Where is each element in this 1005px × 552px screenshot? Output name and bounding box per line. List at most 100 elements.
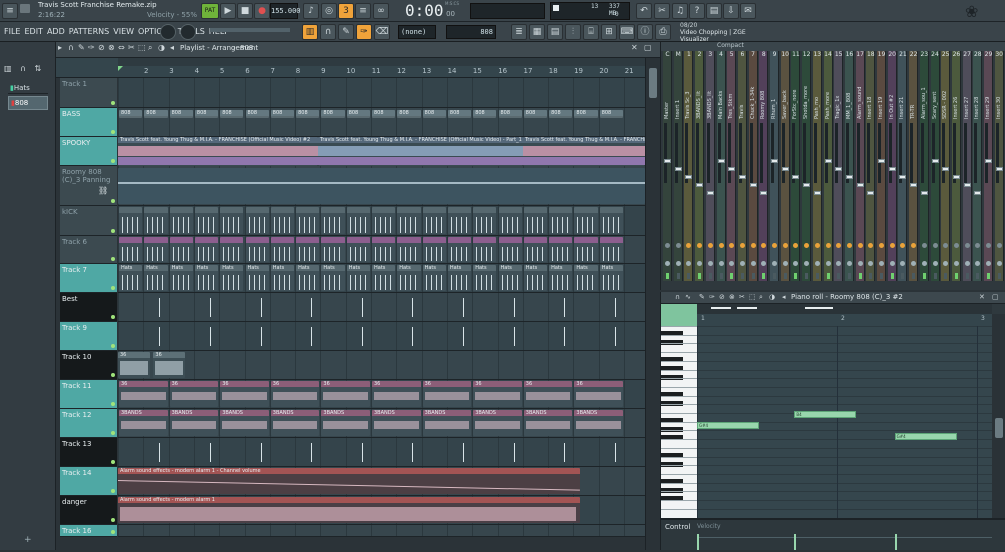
mixer-channel[interactable]: 30 Insert 30 (994, 51, 1004, 281)
play-button[interactable]: ▶ (220, 3, 236, 19)
pan-knob[interactable] (857, 243, 863, 248)
window-menu-icon[interactable]: ≡ (2, 3, 18, 19)
white-key[interactable] (661, 473, 697, 475)
white-key[interactable] (661, 456, 697, 458)
sparse-clip[interactable] (359, 296, 367, 319)
mixer-channel[interactable]: 3 3BANDS_lit (705, 51, 715, 281)
track-mute-led[interactable] (111, 101, 115, 105)
sparse-clip[interactable] (207, 325, 215, 348)
track-mute-led[interactable] (111, 286, 115, 290)
white-key[interactable] (661, 369, 697, 371)
route-button[interactable] (762, 273, 766, 279)
sparse-clip[interactable] (308, 296, 316, 319)
pattern-clip[interactable] (372, 207, 396, 234)
pattern-clip[interactable]: 36 (220, 381, 269, 407)
sparse-clip[interactable] (561, 441, 569, 464)
track-header[interactable]: kICK (60, 206, 117, 236)
pan-knob[interactable] (836, 243, 842, 248)
pattern-clip[interactable]: Hats (599, 265, 623, 291)
delete-tool-icon[interactable]: ⌫ (374, 24, 390, 40)
volume-fader[interactable] (674, 167, 682, 171)
route-button[interactable] (997, 273, 1001, 279)
pattern-clip[interactable] (372, 237, 396, 262)
track-mute-led[interactable] (111, 229, 115, 233)
pattern-clip[interactable] (321, 207, 345, 234)
mixer-channel[interactable]: 22 TR-TR (909, 51, 919, 281)
playlist-ruler[interactable]: 2 3 4 5 6 7 8 9 10 11 12 13 14 15 16 17 18 19 20 21 (118, 66, 645, 78)
note-grid[interactable]: G#4 B4 G#4 (697, 326, 992, 518)
menu-file[interactable]: FILE (4, 27, 20, 36)
mixer-window-icon[interactable]: ⫶ (565, 24, 581, 40)
browser-window-icon[interactable]: ⌸ (583, 24, 599, 40)
browser-item-selected[interactable]: ▮808 (8, 96, 48, 110)
mute-led[interactable] (900, 261, 906, 266)
pan-knob[interactable] (932, 243, 938, 248)
mute-led[interactable] (793, 261, 799, 266)
white-key[interactable] (661, 404, 697, 406)
volume-fader[interactable] (728, 167, 736, 171)
route-button[interactable] (987, 273, 990, 279)
track-lane[interactable]: Hats Hats Hats Hats Hats Hats Hats Hats Hats Hats… (118, 264, 645, 293)
route-button[interactable] (687, 273, 691, 279)
route-button[interactable] (719, 273, 723, 279)
render-icon[interactable]: ⇩ (723, 3, 739, 19)
clip[interactable]: 808 (144, 110, 168, 118)
sparse-clip[interactable] (258, 441, 266, 464)
mixer-channel[interactable]: C Master (663, 51, 672, 281)
mixer-channel[interactable]: 15 Tragic_1x (834, 51, 844, 281)
sparse-clip[interactable] (612, 441, 620, 464)
mixer-channel[interactable]: 12 Shotda_more (802, 51, 812, 281)
track-mute-led[interactable] (111, 257, 115, 261)
clip[interactable]: 808 (220, 110, 244, 118)
route-button[interactable] (740, 273, 744, 279)
white-key[interactable] (661, 395, 697, 397)
pattern-clip[interactable] (169, 207, 193, 234)
audio-clip[interactable]: 36 (153, 352, 186, 378)
pattern-clip[interactable]: 3BANDS (372, 410, 421, 436)
white-key[interactable] (661, 343, 697, 345)
volume-fader[interactable] (867, 191, 875, 195)
track-lane[interactable] (118, 525, 645, 537)
track-lane[interactable] (118, 322, 645, 351)
clip[interactable]: 808 (549, 110, 573, 118)
pattern-clip[interactable]: 36 (372, 381, 421, 407)
wait-input-icon[interactable]: ◎ (321, 3, 337, 19)
sparse-clip[interactable] (207, 441, 215, 464)
volume-fader[interactable] (706, 191, 714, 195)
piano-roll-menu-icon[interactable]: ◂ (782, 293, 786, 301)
mixer-channel[interactable]: 8 Roomy 808 (759, 51, 769, 281)
clip[interactable]: 808 (574, 110, 598, 118)
pattern-clip[interactable]: 36 (270, 381, 320, 407)
mute-led[interactable] (921, 261, 927, 266)
pan-knob[interactable] (868, 243, 874, 248)
track-mute-led[interactable] (111, 373, 115, 377)
mixer-channel[interactable]: 10 Saver_back (780, 51, 790, 281)
draw-tool-icon[interactable]: ✎ (338, 24, 354, 40)
pattern-clip[interactable] (220, 237, 244, 262)
sparse-clip[interactable] (612, 325, 620, 348)
mixer-channel[interactable]: 16 MM_1_808 (844, 51, 854, 281)
route-button[interactable] (922, 273, 926, 279)
note[interactable]: B4 (794, 411, 857, 418)
stop-button[interactable]: ■ (237, 3, 253, 19)
mute-led[interactable] (932, 261, 938, 266)
playlist-menu-icon[interactable]: ◂ (170, 43, 174, 52)
pattern-clip[interactable]: Hats (169, 265, 193, 291)
tempo-display[interactable]: 155.000 (270, 3, 301, 19)
piano-icon[interactable]: ▥ (4, 64, 12, 73)
sparse-clip[interactable] (511, 296, 519, 319)
pattern-clip[interactable] (473, 207, 497, 234)
clip[interactable]: 808 (523, 110, 548, 118)
pattern-clip[interactable] (549, 237, 573, 262)
mixer-channel[interactable]: 25 SDSR - 002 (941, 51, 951, 281)
pan-knob[interactable] (953, 243, 959, 248)
volume-fader[interactable] (995, 167, 1003, 171)
pattern-clip[interactable]: Hats (346, 265, 370, 291)
sparse-clip[interactable] (258, 325, 266, 348)
add-icon[interactable]: + (24, 535, 32, 545)
playlist-scrollbar[interactable] (645, 58, 660, 550)
sparse-clip[interactable] (460, 296, 468, 319)
route-button[interactable] (805, 273, 809, 279)
menu-add[interactable]: ADD (47, 27, 65, 36)
white-key[interactable] (661, 500, 697, 501)
